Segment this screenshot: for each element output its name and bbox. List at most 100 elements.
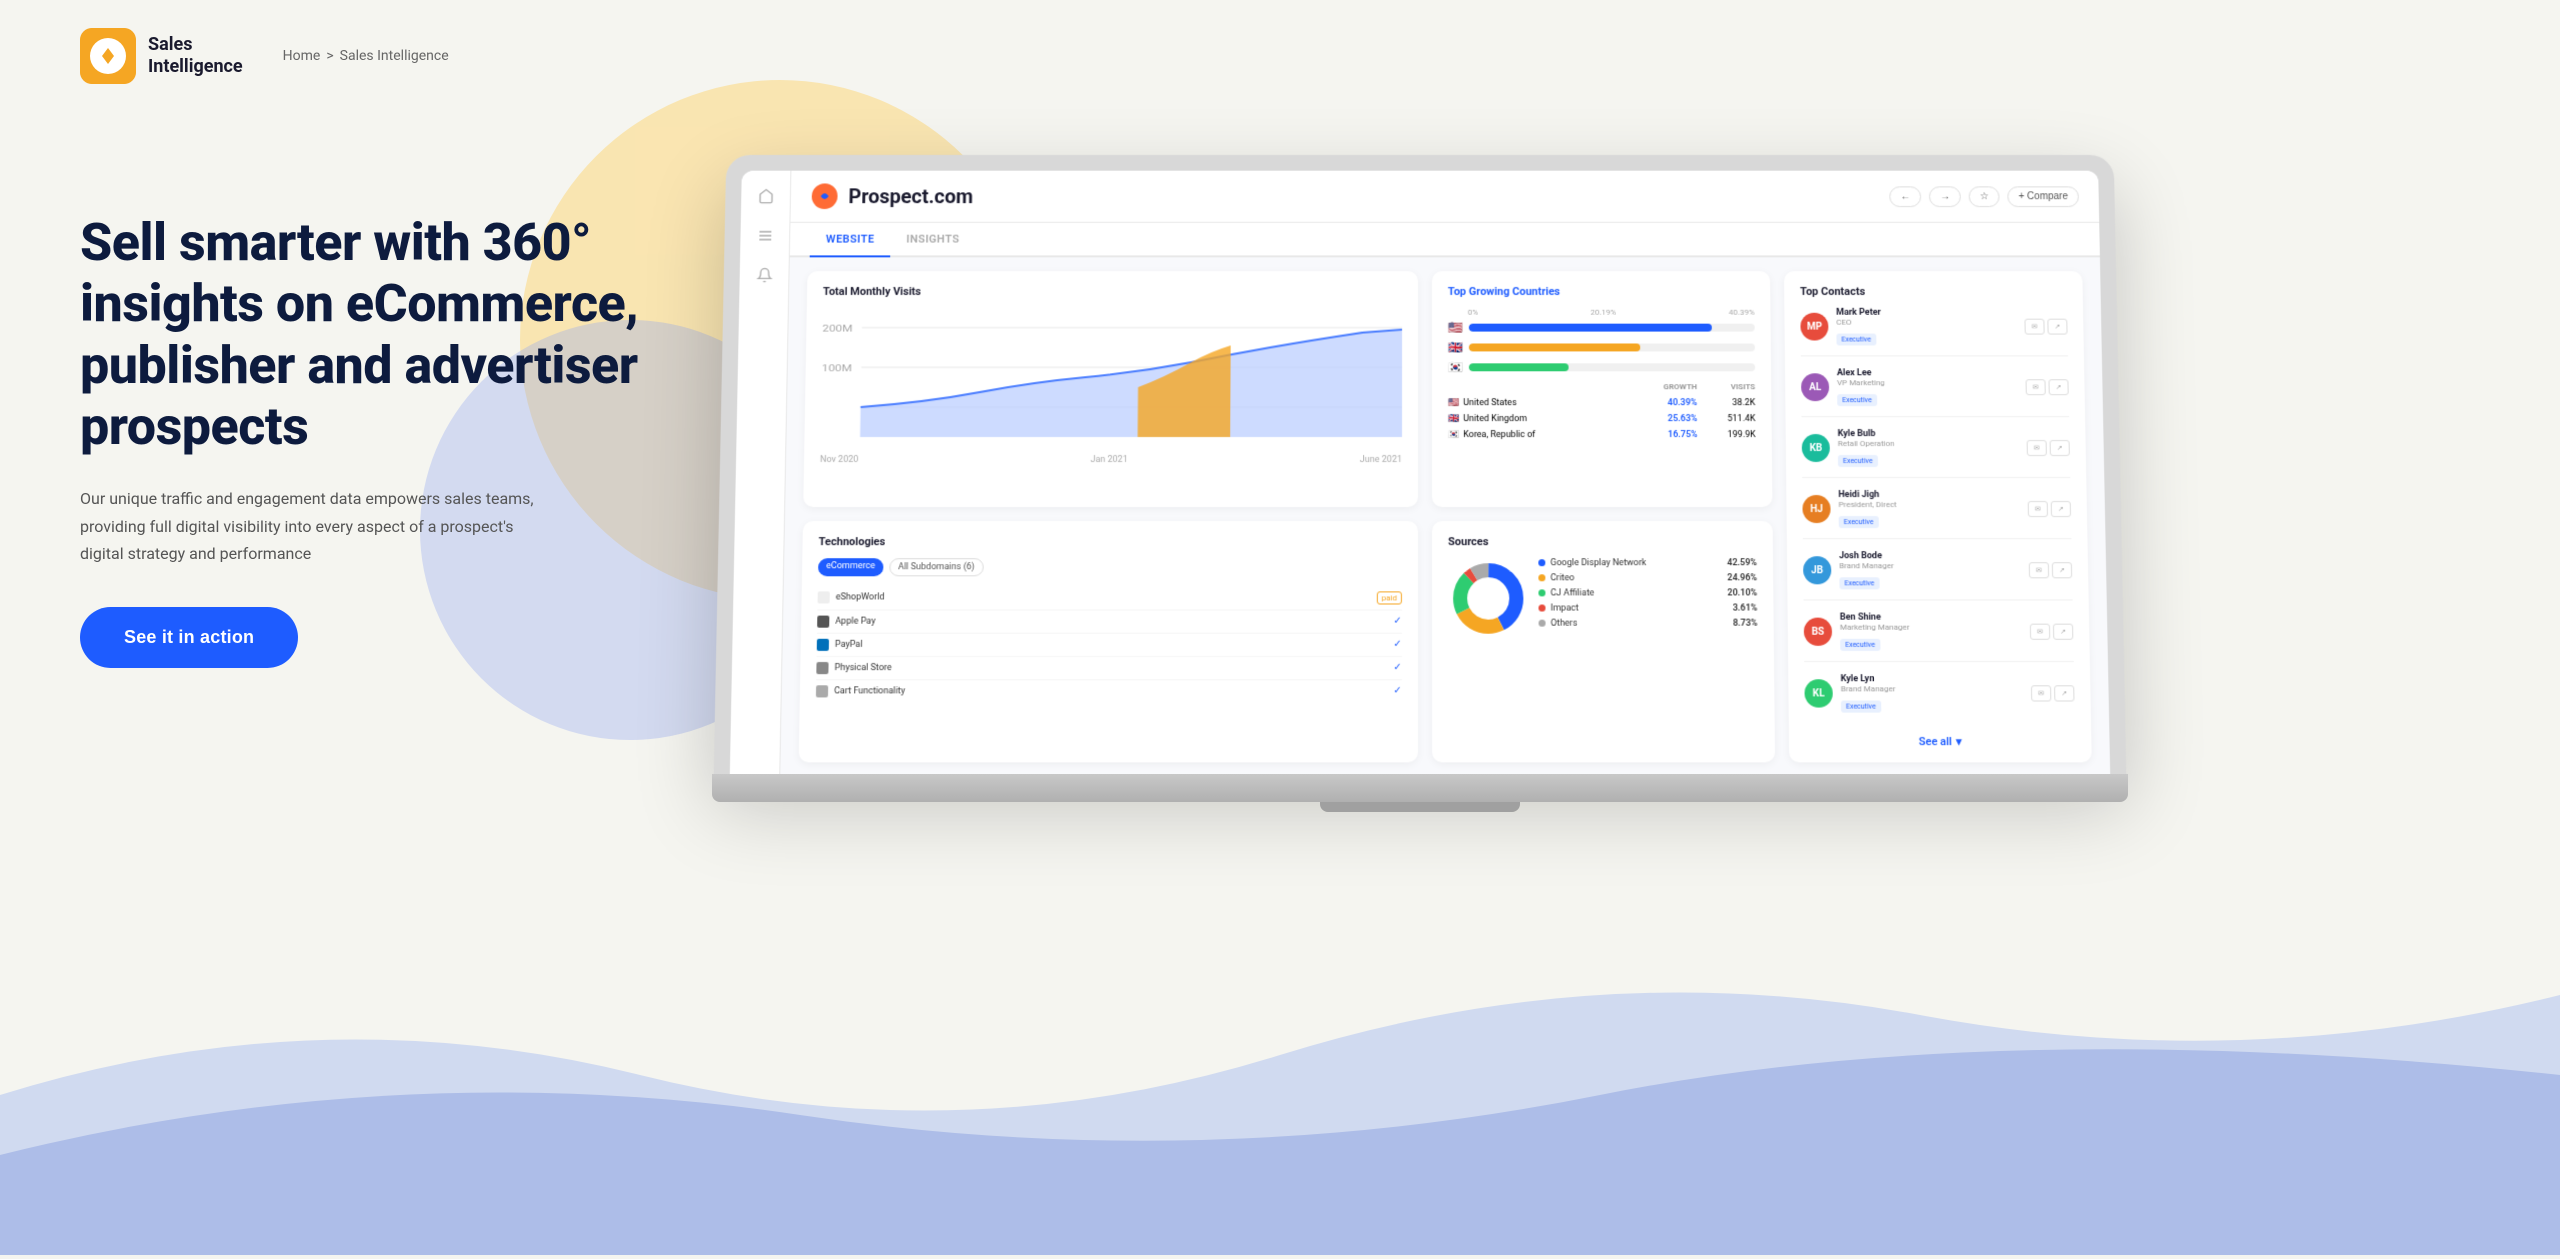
country-row-kr: 🇰🇷 (1448, 360, 1755, 374)
sidebar-menu-icon[interactable] (753, 224, 777, 248)
main-content: Sell smarter with 360° insights on eComm… (0, 112, 2560, 802)
company-logo-area: Prospect.com (811, 182, 974, 210)
contact-btn-email-1[interactable]: ✉ (2026, 379, 2046, 395)
contact-item-5: BS Ben Shine Marketing Manager Executive… (1804, 613, 2074, 662)
visits-chart-card: Total Monthly Visits 20 (803, 271, 1418, 506)
contact-btn-email-5[interactable]: ✉ (2030, 624, 2050, 640)
bar-gb (1469, 343, 1755, 351)
bar-us (1469, 324, 1755, 332)
hero-title: Sell smarter with 360° insights on eComm… (80, 212, 640, 457)
tab-website[interactable]: WEBSITE (810, 223, 891, 258)
company-icon (811, 182, 839, 210)
table-row: 🇬🇧 United Kingdom 25.63% 511.4K (1448, 411, 1756, 427)
contact-avatar-5: BS (1804, 618, 1832, 646)
col-visits-header: VISITS (1697, 382, 1755, 395)
contact-avatar-4: JB (1803, 556, 1831, 584)
see-all-button[interactable]: See all ▾ (1805, 735, 2075, 748)
contact-btn-link-4[interactable]: ↗ (2052, 562, 2072, 578)
nav-forward-button[interactable]: → (1929, 186, 1961, 207)
contact-btn-email-4[interactable]: ✉ (2029, 562, 2049, 578)
laptop-screen-outer: Prospect.com ← → ☆ + Compare (714, 155, 2127, 777)
countries-card: Top Growing Countries 0% 20.19% 40.39% (1432, 271, 1773, 506)
contact-btn-email-0[interactable]: ✉ (2024, 319, 2044, 335)
dashboard-body: Total Monthly Visits 20 (780, 257, 2110, 776)
tech-tab-ecommerce[interactable]: eCommerce (818, 558, 883, 576)
contact-item-3: HJ Heidi Jigh President, Direct Executiv… (1802, 490, 2071, 539)
table-row: 🇰🇷 Korea, Republic of 16.75% 199.9K (1448, 427, 1756, 443)
contact-avatar-6: KL (1804, 679, 1833, 707)
contact-item-4: JB Josh Bode Brand Manager Executive ✉ (1803, 551, 2073, 600)
cta-button[interactable]: See it in action (80, 607, 298, 668)
sources-content: Google Display Network 42.59% Criteo 24.… (1448, 558, 1758, 639)
header-actions: ← → ☆ + Compare (1889, 186, 2079, 207)
flag-gb: 🇬🇧 (1448, 341, 1463, 355)
sources-title: Sources (1448, 535, 1757, 548)
contact-info-3: Heidi Jigh President, Direct Executive (1838, 490, 2020, 528)
contact-btn-link-6[interactable]: ↗ (2054, 685, 2074, 701)
breadcrumb: Home > Sales Intelligence (283, 48, 449, 64)
contact-actions-1: ✉ ↗ (2026, 379, 2069, 395)
bottom-wave (0, 915, 2560, 1255)
header: Sales Intelligence Home > Sales Intellig… (0, 0, 2560, 112)
contact-btn-link-3[interactable]: ↗ (2051, 501, 2071, 517)
laptop-base (712, 774, 2128, 802)
contact-btn-link-2[interactable]: ↗ (2050, 440, 2070, 456)
sidebar-bell-icon[interactable] (752, 263, 776, 287)
contact-btn-email-2[interactable]: ✉ (2027, 440, 2047, 456)
contact-info-6: Kyle Lyn Brand Manager Executive (1841, 674, 2024, 712)
breadcrumb-home[interactable]: Home (283, 48, 321, 64)
logo[interactable]: Sales Intelligence (80, 28, 243, 84)
contact-avatar-3: HJ (1802, 495, 1830, 523)
contact-btn-link-5[interactable]: ↗ (2053, 624, 2073, 640)
flag-kr: 🇰🇷 (1448, 360, 1463, 374)
contact-info-2: Kyle Bulb Retail Operation Executive (1838, 429, 2019, 467)
table-row: 🇺🇸 United States 40.39% 38.2K (1448, 395, 1756, 411)
source-item-3: Impact 3.61% (1538, 603, 1757, 613)
tech-tab-subdomains[interactable]: All Subdomains (6) (889, 558, 984, 576)
dashboard-main: Prospect.com ← → ☆ + Compare (780, 171, 2110, 777)
source-dot-0 (1538, 559, 1545, 566)
contact-avatar-1: AL (1801, 373, 1829, 401)
source-item-1: Criteo 24.96% (1538, 573, 1757, 583)
source-item-4: Others 8.73% (1539, 618, 1758, 628)
chart-x-labels: Nov 2020 Jan 2021 June 2021 (820, 455, 1402, 465)
contact-btn-email-3[interactable]: ✉ (2028, 501, 2048, 517)
contact-btn-link-1[interactable]: ↗ (2048, 379, 2068, 395)
tab-insights[interactable]: INSIGHTS (890, 223, 975, 258)
breadcrumb-current: Sales Intelligence (340, 48, 449, 64)
tech-list: eShopWorld paid Apple Pay (816, 586, 1402, 702)
contact-avatar-0: MP (1800, 313, 1828, 341)
countries-table: GROWTH VISITS 🇺🇸 (1448, 382, 1756, 443)
favorite-button[interactable]: ☆ (1969, 186, 2000, 207)
check-icon: ✓ (1393, 639, 1401, 650)
sidebar-home-icon[interactable] (753, 184, 777, 208)
dashboard-tabs: WEBSITE INSIGHTS (790, 223, 2100, 258)
check-icon: ✓ (1393, 616, 1401, 627)
bar-kr (1469, 363, 1755, 371)
source-dot-2 (1538, 589, 1545, 596)
contact-btn-link-0[interactable]: ↗ (2047, 319, 2067, 335)
contact-actions-6: ✉ ↗ (2031, 685, 2075, 701)
company-name: Prospect.com (848, 184, 973, 208)
dashboard: Prospect.com ← → ☆ + Compare (730, 171, 2110, 777)
check-icon: ✓ (1393, 685, 1401, 696)
paid-badge: paid (1377, 591, 1402, 604)
technologies-card: Technologies eCommerce All Subdomains (6… (799, 521, 1418, 763)
tech-tabs: eCommerce All Subdomains (6) (818, 558, 1402, 576)
compare-button[interactable]: + Compare (2007, 186, 2079, 207)
contact-actions-3: ✉ ↗ (2028, 501, 2071, 517)
contact-btn-email-6[interactable]: ✉ (2031, 685, 2051, 701)
sources-card: Sources (1432, 521, 1775, 763)
source-item-0: Google Display Network 42.59% (1538, 558, 1757, 568)
contact-item-6: KL Kyle Lyn Brand Manager Executive ✉ (1804, 674, 2075, 723)
nav-back-button[interactable]: ← (1889, 186, 1921, 207)
list-item: Cart Functionality ✓ (816, 680, 1402, 702)
contact-actions-0: ✉ ↗ (2024, 319, 2067, 335)
list-item: PayPal ✓ (817, 633, 1402, 656)
countries-title: Top Growing Countries (1448, 285, 1755, 298)
laptop-screen-inner: Prospect.com ← → ☆ + Compare (730, 171, 2110, 777)
chart-title: Total Monthly Visits (823, 285, 1402, 298)
svg-text:100M: 100M (822, 363, 853, 374)
source-dot-3 (1538, 604, 1545, 611)
chart-area: 200M 100M (820, 308, 1402, 447)
